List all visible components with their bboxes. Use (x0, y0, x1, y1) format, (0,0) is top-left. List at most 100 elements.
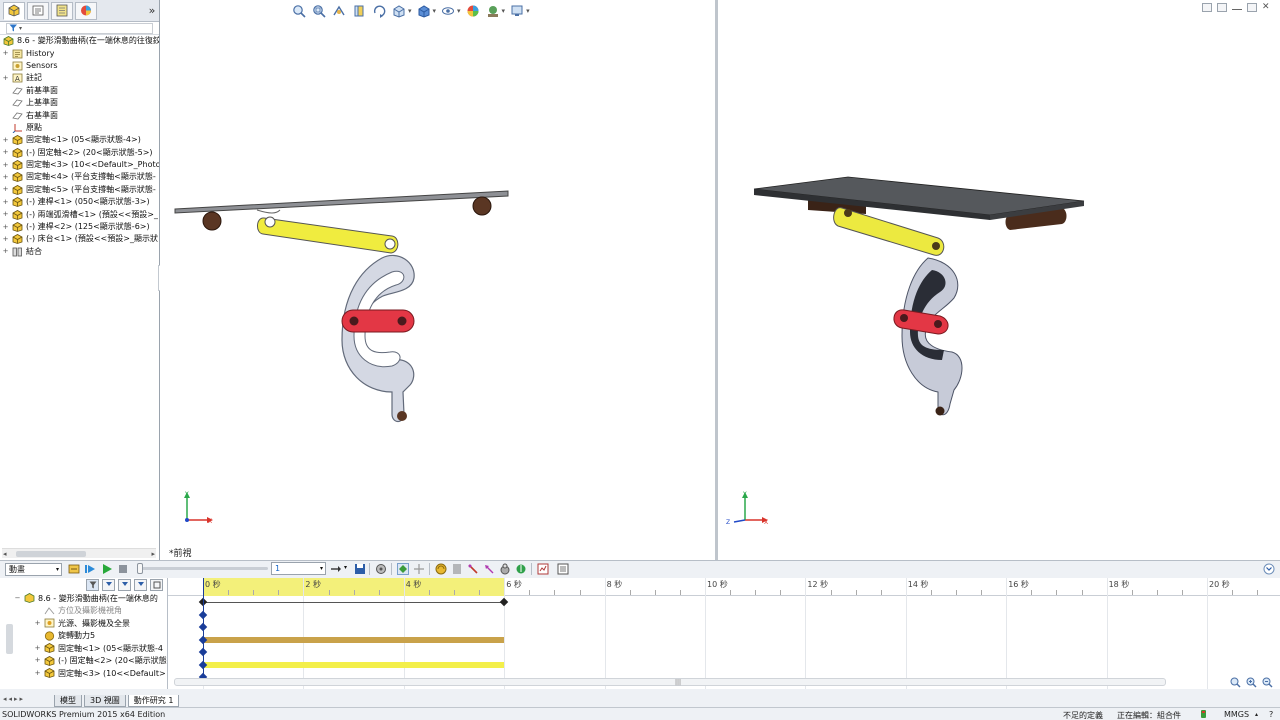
tree-item[interactable]: + (-) 床台<1> (預設<<預設>_顯示狀 (0, 233, 159, 245)
collapse-all-button[interactable] (150, 579, 163, 591)
collapse-icon[interactable]: − (14, 594, 21, 602)
expand-icon[interactable]: + (2, 198, 9, 206)
tree-item[interactable]: + (-) 連桿<2> (125<顯示狀態-6>) (0, 221, 159, 233)
motion-timeline[interactable]: 0 秒2 秒4 秒6 秒8 秒 10 秒 12 秒 14 秒 16 秒 18 秒 20 秒 … (168, 578, 1280, 689)
motion-tree-row[interactable]: + 固定軸<3> (10<<Default> (0, 667, 167, 680)
motion-tree-vscroll[interactable] (6, 616, 14, 674)
results-button[interactable] (537, 563, 549, 575)
tree-item[interactable]: + 固定軸<3> (10<<Default>_Photo (0, 159, 159, 171)
tab-model[interactable]: 模型 (54, 695, 82, 707)
tree-item[interactable]: + 固定軸<1> (05<顯示狀態-4>) (0, 134, 159, 146)
tree-item[interactable]: 原點 (0, 122, 159, 134)
force-button[interactable] (483, 563, 495, 575)
display-manager-tab[interactable] (75, 1, 97, 20)
playback-mode-dropdown-icon[interactable]: ▾ (344, 564, 347, 571)
tab-motion-study-1[interactable]: 動作研究 1 (127, 695, 180, 707)
playback-mode-button[interactable] (330, 563, 342, 575)
dynamic-annotation-button[interactable] (371, 3, 387, 19)
calculate-button[interactable] (68, 563, 80, 575)
tree-item[interactable]: + (-) 連桿<1> (050<顯示狀態-3>) (0, 196, 159, 208)
expand-icon[interactable]: + (2, 223, 9, 231)
gravity-button[interactable] (515, 563, 527, 575)
display-style-dropdown-icon[interactable]: ▾ (433, 7, 437, 15)
motor-bar[interactable] (203, 637, 505, 643)
edit-appearance-button[interactable] (465, 3, 481, 19)
zoom-in-timeline-button[interactable] (1245, 676, 1258, 688)
playback-slider[interactable] (137, 563, 268, 574)
tab-prev-icon[interactable]: ◂ (9, 695, 13, 703)
expand-icon[interactable]: + (2, 211, 9, 218)
autokey-button[interactable] (397, 563, 409, 575)
properties-button[interactable] (557, 563, 569, 575)
play-button[interactable] (101, 563, 113, 575)
tree-item[interactable]: + A 註記 (0, 72, 159, 84)
zoom-out-timeline-button[interactable] (1261, 676, 1274, 688)
animation-wizard-button[interactable] (375, 563, 387, 575)
expand-icon[interactable]: + (2, 235, 9, 243)
play-from-start-button[interactable] (84, 563, 96, 575)
tab-last-icon[interactable]: ▸ (20, 695, 24, 703)
two-view-button[interactable] (1217, 3, 1227, 12)
spring-button[interactable] (451, 563, 463, 575)
expand-icon[interactable]: + (2, 248, 9, 255)
hide-show-dropdown-icon[interactable]: ▾ (457, 7, 461, 15)
expand-icon[interactable]: + (2, 149, 9, 156)
view-orientation-button[interactable] (391, 3, 407, 19)
filter-selected-button[interactable] (118, 579, 131, 591)
scroll-thumb[interactable] (16, 551, 86, 557)
view-settings-dropdown-icon[interactable]: ▾ (526, 7, 530, 15)
expand-icon[interactable]: + (2, 50, 9, 57)
motion-tree-row[interactable]: + (-) 固定軸<2> (20<顯示狀態 (0, 655, 167, 668)
feature-manager-tab[interactable] (3, 1, 25, 20)
configuration-manager-tab[interactable] (51, 1, 73, 20)
expand-icon[interactable]: + (2, 186, 9, 193)
feature-tree-hscroll[interactable]: ◂ ▸ (2, 548, 156, 558)
view-settings-button[interactable] (509, 3, 525, 19)
tab-3d-view[interactable]: 3D 視圖 (84, 695, 126, 707)
graphics-viewport-isometric[interactable]: X Y Z ✕ (718, 0, 1280, 560)
tree-item[interactable]: + 固定軸<5> (平台支撐軸<顯示狀態- (0, 184, 159, 196)
graphics-viewport-front[interactable]: X Y *前視 (160, 0, 715, 560)
unit-system-arrow-icon[interactable]: ▴ (1255, 711, 1258, 718)
scroll-right-icon[interactable]: ▸ (151, 550, 155, 558)
tree-item[interactable]: + 固定軸<4> (平台支撐軸<顯示狀態- (0, 171, 159, 183)
tree-item[interactable]: 上基準面 (0, 97, 159, 109)
tab-first-icon[interactable]: ◂ (3, 695, 7, 703)
part-change-bar[interactable] (203, 662, 505, 668)
tree-root[interactable]: 8.6 - 變形滑動曲柄(在一端休息的往復鉸 (0, 35, 159, 47)
key-point[interactable] (499, 597, 509, 607)
motion-tree-row[interactable]: + 固定軸<1> (05<顯示狀態-4 (0, 642, 167, 655)
tree-item[interactable]: 前基準面 (0, 85, 159, 97)
display-style-button[interactable] (416, 3, 432, 19)
tree-filter-input[interactable]: ▾ (6, 22, 153, 34)
scroll-left-icon[interactable]: ◂ (3, 550, 7, 558)
expand-icon[interactable]: + (2, 161, 9, 169)
unit-system[interactable]: MMGS (1224, 710, 1249, 719)
rebuild-indicator-icon[interactable] (1200, 710, 1207, 718)
tree-item[interactable]: + 結合 (0, 246, 159, 258)
section-view-button[interactable] (351, 3, 367, 19)
motor-button[interactable] (435, 563, 447, 575)
zoom-to-fit-button[interactable] (291, 3, 307, 19)
scene-dropdown-icon[interactable]: ▾ (502, 7, 506, 15)
expand-icon[interactable]: + (2, 173, 9, 181)
contact-button[interactable] (499, 563, 511, 575)
expand-icon[interactable]: + (34, 669, 41, 677)
expand-icon[interactable]: + (2, 74, 9, 82)
minimize-button[interactable] (1232, 3, 1242, 10)
filter-results-button[interactable] (134, 579, 147, 591)
tree-item[interactable]: + History (0, 47, 159, 59)
tab-next-icon[interactable]: ▸ (14, 695, 18, 703)
expand-icon[interactable]: + (34, 657, 41, 664)
study-type-select[interactable]: 動畫 ▾ (5, 563, 62, 576)
time-ruler[interactable]: 0 秒 2 秒 4 秒 6 秒 8 秒 10 秒 12 秒 14 秒 16 秒 18 秒 20 秒 (168, 578, 1280, 596)
tree-item[interactable]: + (-) 固定軸<2> (20<顯示狀態-5>) (0, 147, 159, 159)
motion-tree-row[interactable]: 方位及攝影機視角 (0, 605, 167, 618)
expand-icon[interactable]: + (34, 644, 41, 652)
tree-item[interactable]: + (-) 兩端弧滑槽<1> (預設<<預設>_ (0, 208, 159, 220)
tree-item[interactable]: 右基準面 (0, 109, 159, 121)
zoom-to-fit-timeline-button[interactable] (1229, 676, 1242, 688)
single-view-button[interactable] (1202, 3, 1212, 12)
expand-panel-icon[interactable]: » (145, 3, 159, 19)
time-bar[interactable] (203, 578, 204, 678)
